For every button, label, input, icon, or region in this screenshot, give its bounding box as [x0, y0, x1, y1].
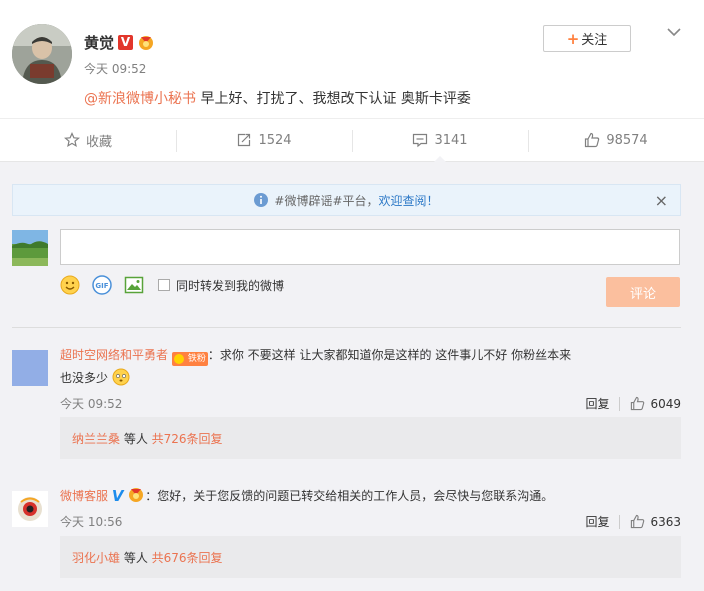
- favorite-button[interactable]: 收藏: [0, 119, 176, 161]
- chevron-down-icon[interactable]: [664, 22, 684, 42]
- comment-line-2: 也没多少: [60, 371, 109, 385]
- info-icon: [254, 193, 269, 207]
- like-count: 98574: [606, 132, 648, 148]
- notice-link[interactable]: 欢迎查阅！: [379, 192, 439, 209]
- favorite-label: 收藏: [85, 134, 112, 150]
- commenter-avatar[interactable]: [12, 491, 48, 527]
- comment-count: 3141: [434, 132, 468, 148]
- comment-line-1: ：求你 不要这样 让大家都知道你是这样的 这件事儿不好 你粉丝本来: [207, 348, 572, 362]
- thumbs-up-icon: [631, 514, 645, 529]
- forward-to-my-weibo[interactable]: 同时转发到我的微博: [158, 277, 284, 294]
- image-icon[interactable]: [124, 275, 144, 295]
- commenter-name[interactable]: 超时空网络和平勇者: [60, 348, 168, 362]
- mention-link[interactable]: @新浪微博小秘书: [84, 91, 196, 107]
- avatar[interactable]: [12, 24, 72, 84]
- repost-count: 1524: [258, 132, 292, 148]
- rumor-notice-banner: #微博辟谣#平台， 欢迎查阅！ ×: [12, 184, 681, 216]
- divider: [619, 514, 621, 529]
- post-author-name[interactable]: 黄觉: [84, 32, 114, 53]
- close-icon[interactable]: ×: [655, 191, 668, 210]
- view-replies-link[interactable]: 共676条回复: [152, 549, 223, 566]
- follow-label: 关注: [581, 33, 608, 48]
- comment-button[interactable]: 3141: [352, 119, 528, 162]
- comment-time[interactable]: 今天 09:52: [60, 395, 122, 412]
- thumbs-up-icon: [631, 396, 645, 411]
- divider: [619, 396, 621, 411]
- reply-user[interactable]: 纳兰兰桑: [72, 430, 120, 447]
- comment-like-count: 6363: [650, 514, 681, 529]
- repost-icon: [238, 133, 251, 147]
- reply-user[interactable]: 羽化小雄: [72, 549, 120, 566]
- reply-button[interactable]: 回复: [585, 513, 609, 530]
- post-content: @新浪微博小秘书 早上好、打扰了、我想改下认证 奥斯卡评委: [84, 88, 471, 108]
- star-icon: [64, 132, 80, 148]
- weibo-post: 黄觉 V 今天 09:52 @新浪微博小秘书 早上好、打扰了、我想改下认证 奥斯…: [0, 0, 704, 118]
- reply-summary: 纳兰兰桑 等人 共726条回复: [60, 417, 681, 459]
- reply-mid-text: 等人: [120, 550, 152, 565]
- comment-like-count: 6049: [650, 396, 681, 411]
- vip-medal-icon[interactable]: [127, 487, 145, 502]
- comment-like-button[interactable]: 6363: [630, 514, 681, 529]
- comment-section: #微博辟谣#平台， 欢迎查阅！ × GIF 同时转发到我的微博 评论 超时空网络…: [0, 162, 704, 591]
- verified-v-icon[interactable]: V: [118, 35, 134, 50]
- comment-text: 超时空网络和平勇者 铁粉 ：求你 不要这样 让大家都知道你是这样的 这件事儿不好 …: [60, 344, 681, 390]
- vip-medal-icon[interactable]: [137, 35, 155, 50]
- commenter-avatar[interactable]: [12, 350, 48, 386]
- like-button[interactable]: 98574: [528, 119, 704, 161]
- emoji-icon[interactable]: [60, 275, 80, 295]
- post-timestamp[interactable]: 今天 09:52: [84, 60, 146, 77]
- gif-icon[interactable]: GIF: [92, 275, 112, 295]
- post-body-text: 早上好、打扰了、我想改下认证 奥斯卡评委: [196, 91, 471, 107]
- comment-time[interactable]: 今天 10:56: [60, 513, 122, 530]
- commenter-name[interactable]: 微博客服: [60, 489, 108, 503]
- follow-button[interactable]: + 关注: [543, 25, 631, 52]
- iron-fan-badge[interactable]: 铁粉: [171, 352, 208, 366]
- forward-checkbox[interactable]: [158, 279, 170, 291]
- author-row: 黄觉 V: [84, 32, 155, 53]
- plus-icon: +: [566, 29, 580, 48]
- comment-input[interactable]: [60, 229, 680, 265]
- view-replies-link[interactable]: 共726条回复: [152, 430, 223, 447]
- reply-button[interactable]: 回复: [585, 395, 609, 412]
- reply-summary: 羽化小雄 等人 共676条回复: [60, 536, 681, 578]
- divider: [12, 327, 681, 328]
- repost-button[interactable]: 1524: [176, 119, 352, 161]
- comment-icon: [413, 133, 428, 148]
- notice-text: #微博辟谣#平台，: [274, 193, 379, 208]
- svg-text:GIF: GIF: [95, 282, 108, 290]
- submit-comment-button[interactable]: 评论: [606, 277, 680, 307]
- post-action-bar: 收藏 1524 3141 98574: [0, 118, 704, 162]
- comment-text: 微博客服 V ：您好，关于您反馈的问题已转交给相关的工作人员，会尽快与您联系沟通…: [60, 485, 681, 508]
- my-avatar: [12, 230, 48, 266]
- comment-actions: 回复 6363: [585, 513, 681, 530]
- comment-like-button[interactable]: 6049: [630, 396, 681, 411]
- verified-v-icon[interactable]: V: [112, 485, 124, 508]
- forward-label: 同时转发到我的微博: [176, 278, 285, 293]
- reply-mid-text: 等人: [120, 431, 152, 446]
- thumbs-up-icon: [585, 132, 600, 148]
- comment-line-1: ：您好，关于您反馈的问题已转交给相关的工作人员，会尽快与您联系沟通。: [145, 489, 554, 503]
- emoji-icon: [112, 368, 130, 386]
- comment-actions: 回复 6049: [585, 395, 681, 412]
- composer-toolbar: GIF 同时转发到我的微博: [60, 275, 284, 295]
